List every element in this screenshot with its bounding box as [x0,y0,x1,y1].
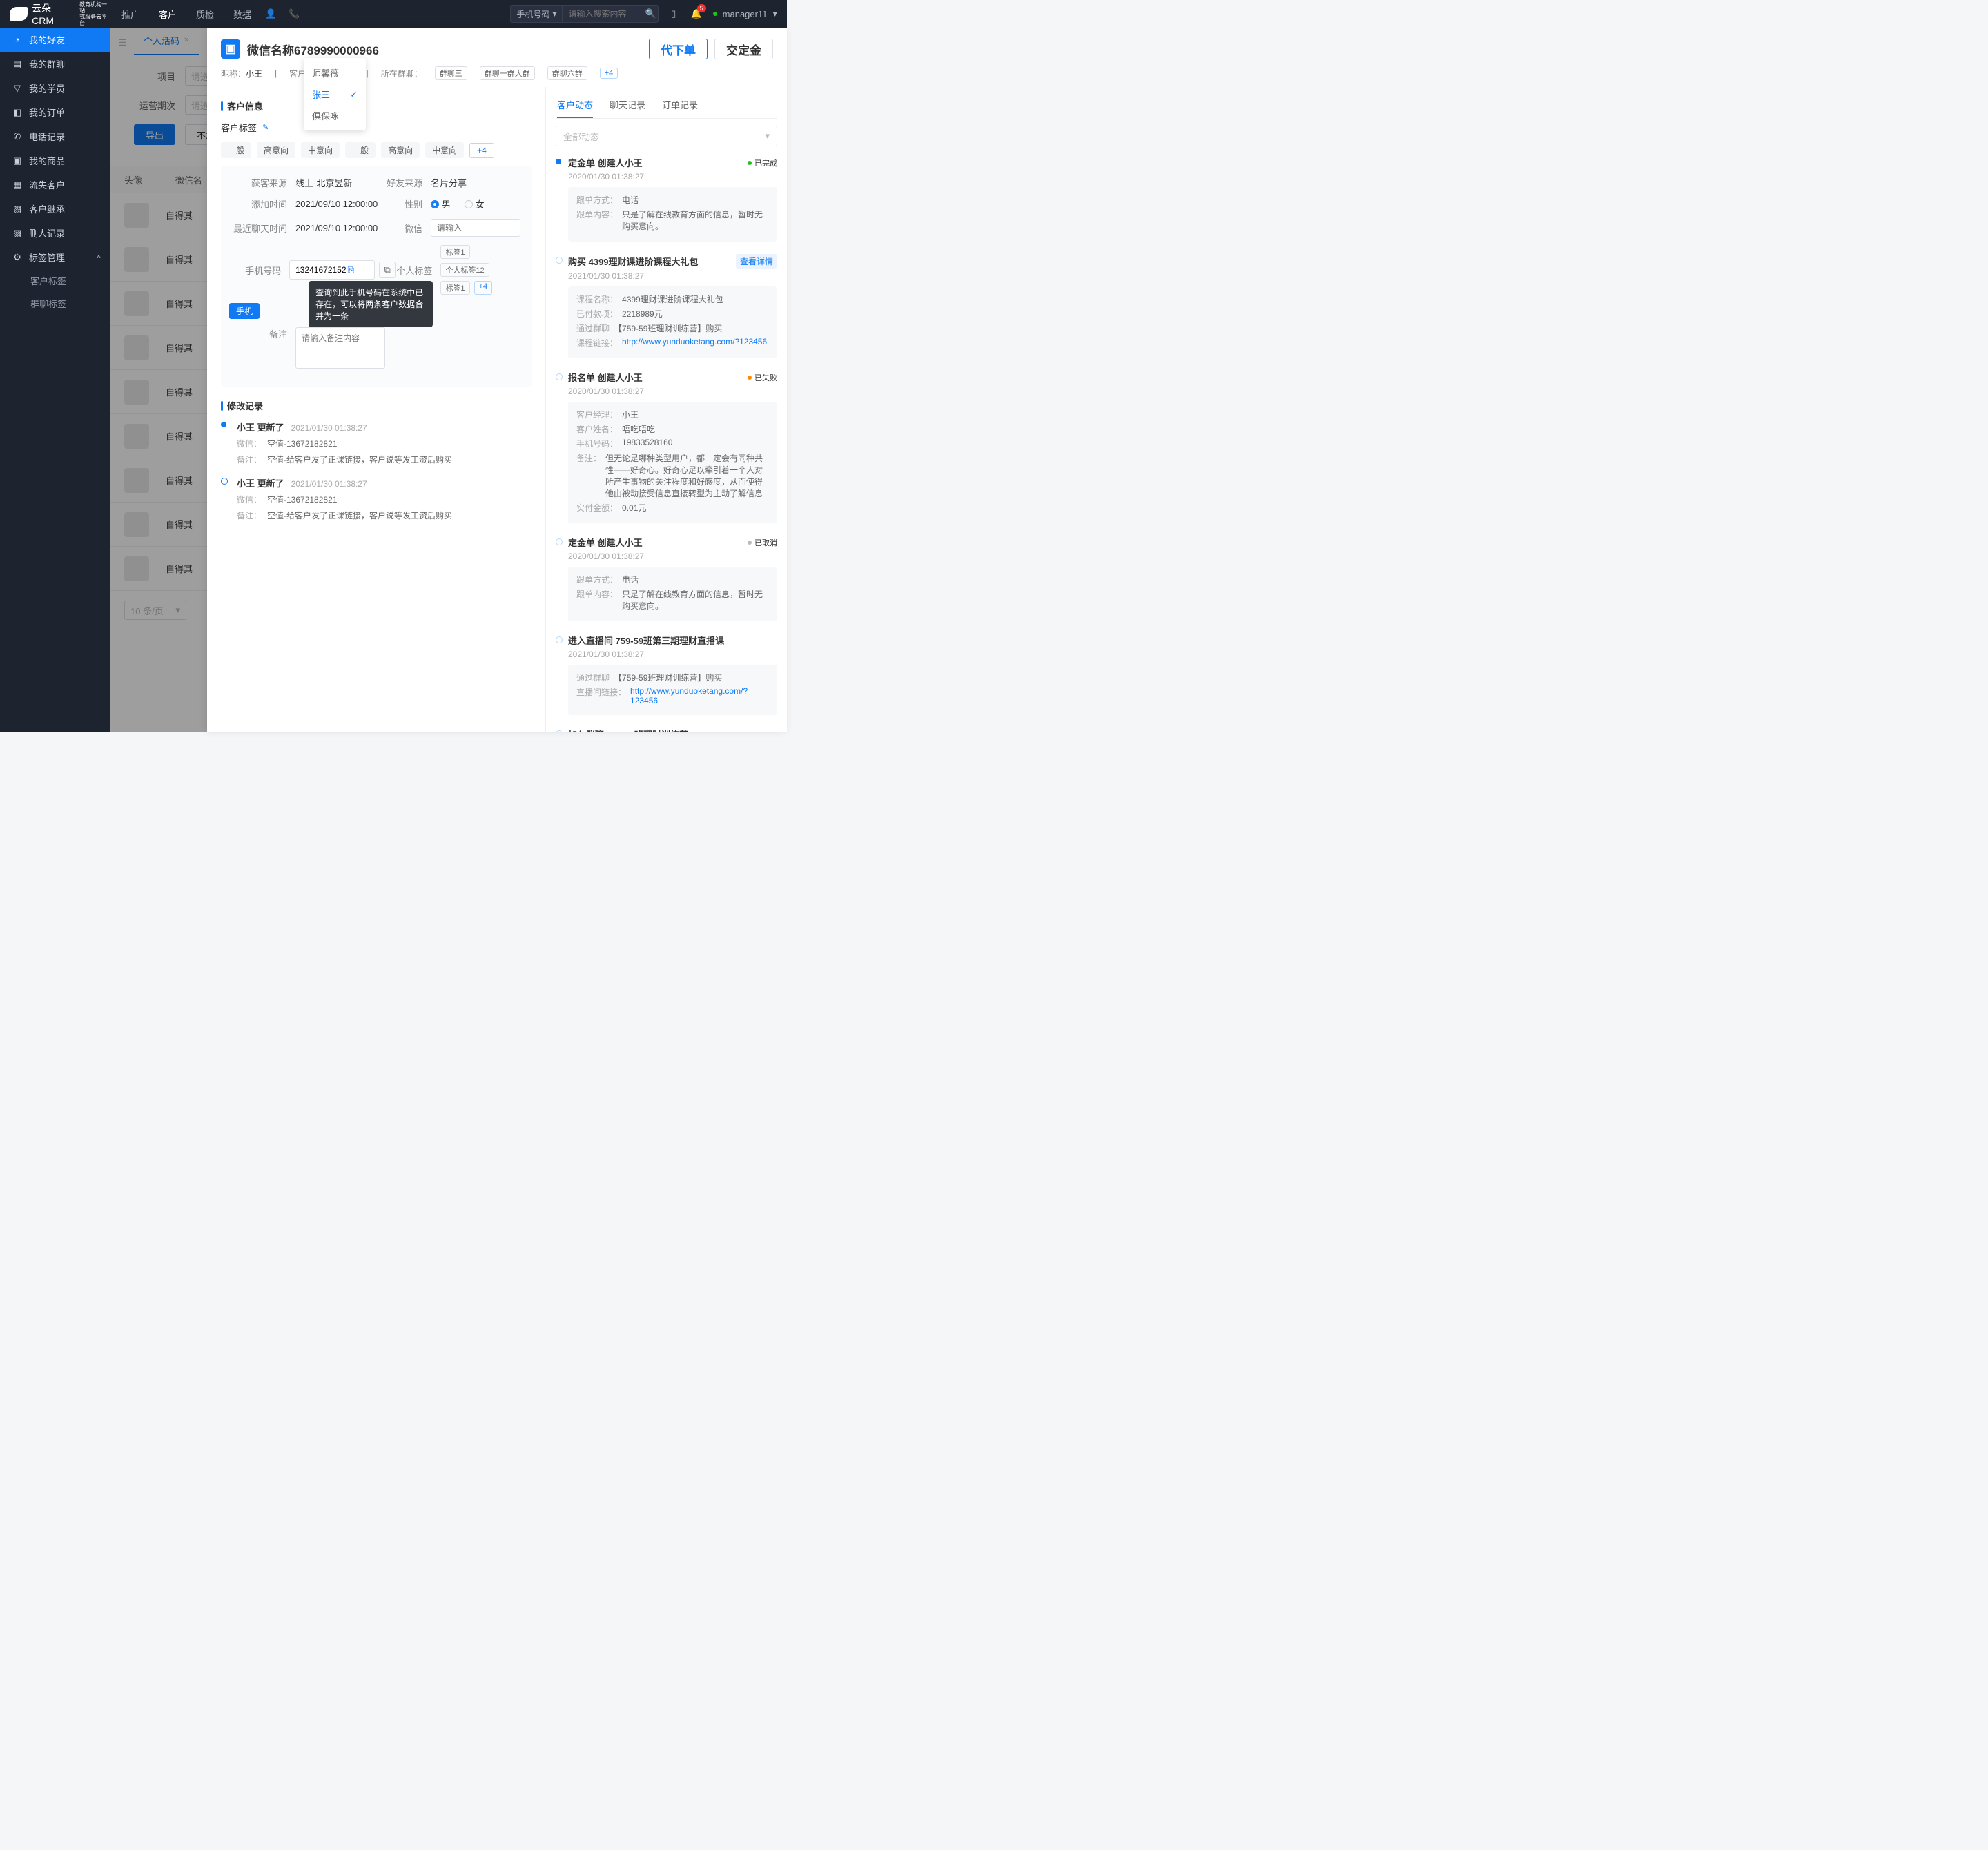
tag-icon: ◧ [12,107,22,118]
logo: 云朵CRM 教育机构一站式服务云平台 [0,1,110,26]
customer-tag[interactable]: 一般 [345,142,376,158]
sidebar-item-groups[interactable]: ▤我的群聊 [0,52,110,76]
nav-data[interactable]: 数据 [233,8,251,21]
wrench-icon: ⚙ [12,252,22,263]
customer-tag[interactable]: 中意向 [301,142,340,158]
sidebar-item-friends[interactable]: ◔我的好友 [0,28,110,52]
customer-tag[interactable]: 一般 [221,142,251,158]
gender-male-radio[interactable]: 男 [431,197,451,211]
manager-dropdown: 师馨薇 张三✓ 俱保咏 [304,58,366,130]
dropdown-item[interactable]: 师馨薇 [304,62,366,84]
delete-icon: ▨ [12,228,22,239]
customer-tag[interactable]: 中意向 [425,142,464,158]
timeline-item: 购买 4399理财课进阶课程大礼包查看详情 2021/01/30 01:38:2… [568,254,777,358]
check-icon: ✓ [350,89,358,100]
person-icon[interactable]: 👤 [265,8,275,19]
more-groups[interactable]: +4 [600,68,618,79]
section-customer-info: 客户信息 [221,99,532,113]
phone-tooltip: 查询到此手机号码在系统中已存在，可以将两条客户数据合并为一条 [309,281,433,327]
more-tags[interactable]: +4 [469,143,494,158]
box-icon: ▣ [12,155,22,166]
phone-icon: ✆ [12,131,22,142]
wechat-icon: ▣ [221,39,240,59]
sidebar-item-students[interactable]: ▽我的学员 [0,76,110,100]
copy-icon[interactable]: ⧉ [379,262,396,278]
sidebar-sub-customer-tags[interactable]: 客户标签 [0,269,110,292]
chevron-down-icon: ▾ [765,130,770,142]
timeline-item: 报名单 创建人小王已失败 2020/01/30 01:38:27 客户经理：小王… [568,371,777,523]
chevron-up-icon: ˄ [97,253,101,261]
search-icon[interactable]: 🔍 [645,8,656,19]
section-modify-log: 修改记录 [221,399,532,412]
personal-tag[interactable]: 个人标签12 [440,263,489,277]
sidebar-item-calls[interactable]: ✆电话记录 [0,124,110,148]
user-menu[interactable]: manager11 ▾ [713,8,777,19]
filter-icon: ▽ [12,83,22,94]
gender-female-radio[interactable]: 女 [465,197,485,211]
timeline-item: 进入直播间 759-59班第三期理财直播课 2021/01/30 01:38:2… [568,634,777,715]
sidebar-item-orders[interactable]: ◧我的订单 [0,100,110,124]
nav-qc[interactable]: 质检 [196,8,214,21]
nav-promo[interactable]: 推广 [121,8,139,21]
edit-icon[interactable]: ✎ [262,123,269,132]
flow-icon: ▦ [12,179,22,191]
sidebar-item-inherit[interactable]: ▧客户继承 [0,197,110,221]
chevron-down-icon: ▾ [552,9,556,19]
mod-item: 小王 更新了2021/01/30 01:38:27微信：空值-136721828… [224,476,532,532]
sidebar-item-lost[interactable]: ▦流失客户 [0,173,110,197]
link[interactable]: http://www.yunduoketang.com/?123456 [630,686,748,705]
timeline-item: 定金单 创建人小王已取消 2020/01/30 01:38:27 跟单方式：电话… [568,536,777,621]
wechat-input[interactable] [431,219,520,237]
chat-icon: ▤ [12,59,22,70]
sidebar-sub-group-tags[interactable]: 群聊标签 [0,292,110,315]
view-detail[interactable]: 查看详情 [736,254,777,269]
group-chip[interactable]: 群聊六群 [547,66,587,80]
personal-tag[interactable]: 标签1 [440,245,469,259]
mod-item: 小王 更新了2021/01/30 01:38:27微信：空值-136721828… [224,420,532,476]
order-button[interactable]: 代下单 [649,39,708,59]
bell-icon[interactable]: 🔔5 [691,8,701,19]
lookup-icon[interactable]: ⎘ [348,265,355,275]
phone-icon[interactable]: 📞 [289,8,298,19]
more-ptags[interactable]: +4 [474,281,493,295]
customer-tag[interactable]: 高意向 [381,142,420,158]
personal-tag[interactable]: 标签1 [440,281,469,295]
status-dot-icon [713,12,717,16]
device-icon[interactable]: ▯ [669,8,679,19]
tab-chat[interactable]: 聊天记录 [610,92,645,118]
sidebar-item-tags[interactable]: ⚙标签管理˄ [0,245,110,269]
nav-customer[interactable]: 客户 [159,8,177,21]
timeline-item: 加入群聊 759-59班理财训练营 2021/01/30 01:38:27 入群… [568,728,777,732]
dropdown-item[interactable]: 俱保咏 [304,105,366,126]
search-input[interactable] [562,5,659,23]
app-header: 云朵CRM 教育机构一站式服务云平台 推广 客户 质检 数据 👤 📞 手机号码 … [0,0,787,28]
remark-textarea[interactable] [295,327,385,369]
clock-icon: ◔ [12,35,22,45]
sidebar-item-delete[interactable]: ▨删人记录 [0,221,110,245]
phone-input[interactable] [289,260,375,280]
chevron-down-icon: ▾ [772,8,777,19]
dropdown-item[interactable]: 张三✓ [304,84,366,105]
timeline-item: 定金单 创建人小王已完成 2020/01/30 01:38:27 跟单方式：电话… [568,156,777,242]
drawer-title: 微信名称6789990000966 [247,41,379,58]
customer-drawer: ▣ 微信名称6789990000966 代下单 交定金 昵称：小王 | 客户经理… [207,28,787,732]
group-chip[interactable]: 群聊一群大群 [480,66,535,80]
top-nav: 推广 客户 质检 数据 [121,8,251,21]
tab-orders[interactable]: 订单记录 [662,92,698,118]
customer-tag[interactable]: 高意向 [257,142,295,158]
sidebar-item-products[interactable]: ▣我的商品 [0,148,110,173]
phone-tag[interactable]: 手机 [229,303,260,319]
inherit-icon: ▧ [12,204,22,215]
logo-icon [10,7,28,21]
group-chip[interactable]: 群聊三 [435,66,467,80]
tab-dynamics[interactable]: 客户动态 [557,92,593,118]
search-type-select[interactable]: 手机号码 ▾ [510,5,562,23]
link[interactable]: http://www.yunduoketang.com/?123456 [622,337,767,347]
deposit-button[interactable]: 交定金 [714,39,773,59]
sidebar: ◔我的好友 ▤我的群聊 ▽我的学员 ◧我的订单 ✆电话记录 ▣我的商品 ▦流失客… [0,28,110,732]
dynamics-filter-select[interactable]: 全部动态▾ [556,126,777,146]
